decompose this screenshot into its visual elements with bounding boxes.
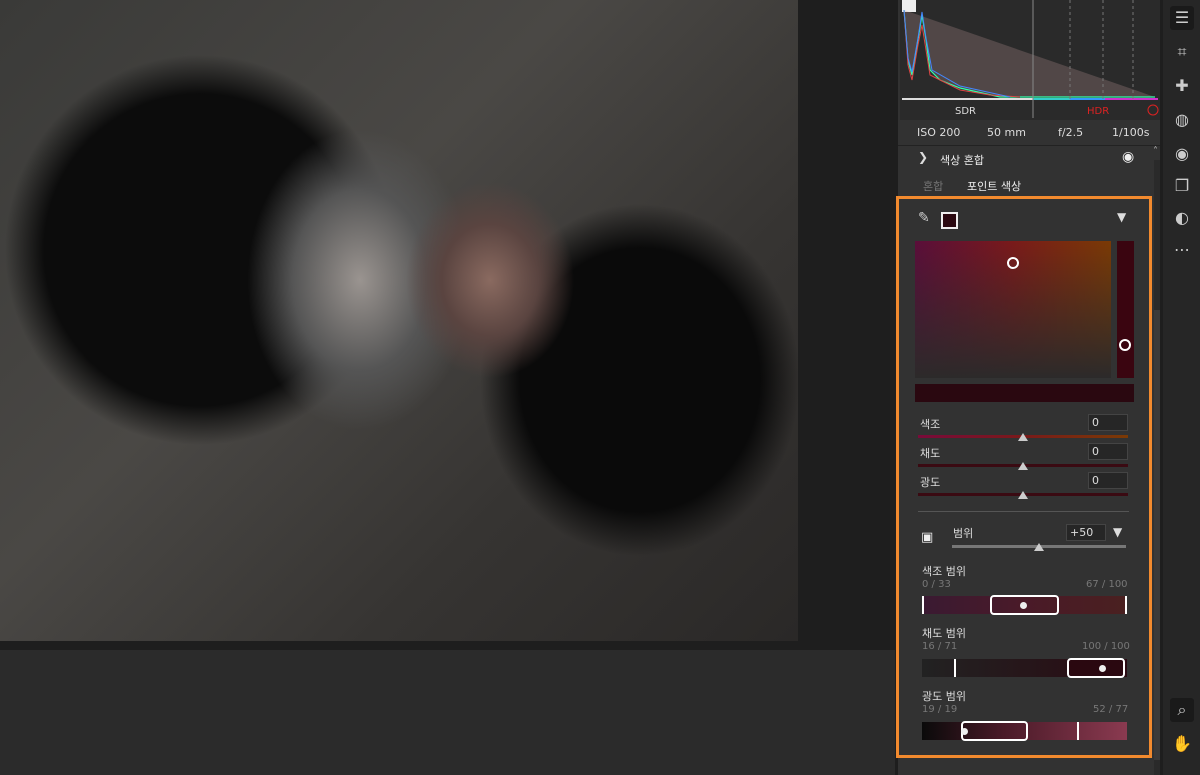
zoom-icon[interactable]: ⌕ (1170, 698, 1194, 722)
saturation-input[interactable]: 0 (1088, 443, 1128, 460)
sat-range-min-handle[interactable] (954, 659, 956, 677)
healing-bandage-icon[interactable]: ✚ (1170, 74, 1194, 98)
lum-range-max-handle[interactable] (1077, 722, 1079, 740)
hue-label: 색조 (920, 418, 941, 431)
exif-iso: ISO 200 (917, 126, 961, 139)
collapse-chevron-icon[interactable]: ❯ (918, 150, 928, 164)
masking-icon[interactable]: ◍ (1170, 108, 1194, 132)
hdr-warning-icon (1147, 104, 1159, 116)
lum-range-bar[interactable] (922, 721, 1127, 741)
hue-range-min-handle[interactable] (922, 596, 924, 614)
histogram: SDR HDR (900, 0, 1160, 120)
hue-input[interactable]: 0 (1088, 414, 1128, 431)
exif-aperture: f/2.5 (1058, 126, 1084, 139)
photo-canvas[interactable] (0, 0, 798, 641)
luminance-strip[interactable] (1117, 241, 1134, 378)
exif-focal: 50 mm (987, 126, 1026, 139)
luminance-slider-thumb[interactable] (1018, 491, 1028, 499)
picker-target-icon (1007, 257, 1019, 269)
hue-range-bar[interactable] (922, 595, 1127, 615)
exif-shutter: 1/100s (1112, 126, 1150, 139)
sat-range-right: 100 / 100 (1082, 641, 1130, 652)
selected-color-bar (915, 384, 1134, 402)
range-slider-thumb[interactable] (1034, 543, 1044, 551)
luminance-label: 광도 (920, 476, 941, 489)
lum-range-label: 광도 범위 (922, 690, 966, 703)
color-swatch[interactable] (941, 212, 958, 229)
sat-range-label: 채도 범위 (922, 627, 966, 640)
hdr-label: HDR (1087, 106, 1110, 117)
range-mask-visibility-icon[interactable]: ▣ (921, 530, 933, 545)
scroll-up-icon[interactable]: ˄ (1153, 146, 1158, 157)
hand-icon[interactable]: ✋ (1170, 732, 1194, 756)
range-label: 범위 (953, 527, 974, 540)
red-eye-icon[interactable]: ◉ (1170, 142, 1194, 166)
histogram-graph (902, 0, 1159, 118)
scrollbar[interactable] (1154, 160, 1160, 775)
filmstrip-area (0, 650, 895, 775)
luminance-input[interactable]: 0 (1088, 472, 1128, 489)
edit-sliders-icon[interactable]: ☰ (1170, 6, 1194, 30)
sdr-label: SDR (955, 106, 976, 117)
lum-range-left: 19 / 19 (922, 704, 958, 715)
presets-icon[interactable]: ❐ (1170, 174, 1194, 198)
visibility-eye-icon[interactable]: ◉ (1122, 149, 1134, 165)
snapshots-icon[interactable]: ◐ (1170, 206, 1194, 230)
sat-range-selection[interactable] (1067, 658, 1125, 678)
range-dropdown-icon[interactable]: ▼ (1113, 525, 1122, 539)
hue-range-left: 0 / 33 (922, 579, 951, 590)
lum-range-selection[interactable] (961, 721, 1028, 741)
sat-range-left: 16 / 71 (922, 641, 958, 652)
hue-range-max-handle[interactable] (1125, 596, 1127, 614)
tab-mix[interactable]: 혼합 (923, 178, 943, 194)
lum-range-right: 52 / 77 (1093, 704, 1129, 715)
sat-range-bar[interactable] (922, 658, 1127, 678)
hue-slider-thumb[interactable] (1018, 433, 1028, 441)
tab-point-color[interactable]: 포인트 색상 (967, 178, 1021, 194)
more-icon[interactable]: ⋯ (1170, 238, 1194, 262)
options-dropdown-icon[interactable]: ▼ (1117, 210, 1126, 224)
saturation-slider-thumb[interactable] (1018, 462, 1028, 470)
saturation-label: 채도 (920, 447, 941, 460)
hue-range-label: 색조 범위 (922, 565, 966, 578)
section-title[interactable]: 색상 혼합 (940, 152, 984, 168)
range-input[interactable]: +50 (1066, 524, 1106, 541)
crop-icon[interactable]: ⌗ (1170, 40, 1194, 64)
eyedropper-icon[interactable]: ✎ (918, 210, 930, 226)
hue-range-right: 67 / 100 (1086, 579, 1128, 590)
color-picker-field[interactable] (915, 241, 1111, 378)
luminance-target-icon (1119, 339, 1131, 351)
hue-range-selection[interactable] (990, 595, 1059, 615)
